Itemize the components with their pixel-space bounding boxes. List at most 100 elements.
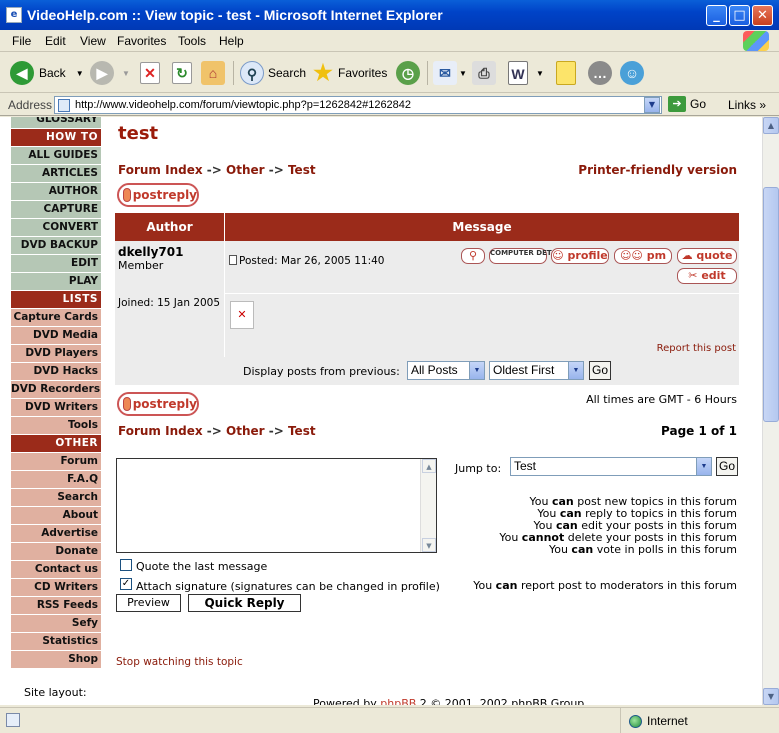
minimize-button[interactable]: _ (706, 5, 727, 26)
posts-select[interactable]: All Posts ▼ (407, 361, 485, 380)
computer-details-button[interactable]: COMPUTER DETAILS (489, 248, 569, 264)
stop-button[interactable]: ✕ (140, 60, 160, 86)
search-button[interactable]: ⚲ Search (240, 60, 306, 86)
menu-help[interactable]: Help (219, 34, 244, 48)
pm-button[interactable]: ☺☺ pm (614, 248, 672, 264)
nav-item-tools[interactable]: Tools (11, 417, 101, 435)
nav-item-sefy[interactable]: Sefy (11, 615, 101, 633)
breadcrumb-test[interactable]: Test (288, 424, 316, 438)
quote-checkbox[interactable] (120, 559, 132, 571)
address-dropdown-icon[interactable]: ▼ (644, 97, 660, 113)
nav-item-dvd-players[interactable]: DVD Players (11, 345, 101, 363)
phpbb-link[interactable]: phpBB (380, 697, 416, 705)
signature-checkbox[interactable]: ✓ (120, 578, 132, 590)
breadcrumb-other[interactable]: Other (226, 424, 265, 438)
jump-select[interactable]: Test ▼ (510, 457, 712, 476)
posts-select-value: All Posts (411, 363, 458, 377)
profile-button[interactable]: ☺ profile (551, 248, 609, 264)
nav-item-statistics[interactable]: Statistics (11, 633, 101, 651)
nav-item-edit[interactable]: EDIT (11, 255, 101, 273)
links-button[interactable]: Links » (728, 98, 766, 112)
scroll-thumb[interactable] (763, 187, 779, 422)
history-button[interactable]: ◷ (396, 60, 420, 86)
print-button[interactable]: ⎙ (472, 60, 496, 86)
scroll-up-icon[interactable]: ▲ (763, 117, 779, 134)
back-dropdown-icon[interactable]: ▼ (76, 69, 84, 78)
refresh-button[interactable]: ↻ (172, 60, 192, 86)
breadcrumb-other[interactable]: Other (226, 163, 265, 177)
nav-item-donate[interactable]: Donate (11, 543, 101, 561)
contacts-button[interactable]: ☺ (620, 60, 644, 86)
nav-item-capture-cards[interactable]: Capture Cards (11, 309, 101, 327)
display-go-button[interactable]: Go (589, 361, 611, 380)
nav-item-convert[interactable]: CONVERT (11, 219, 101, 237)
scroll-up-icon[interactable]: ▲ (422, 459, 436, 473)
mail-button[interactable]: ✉ ▼ (433, 60, 467, 86)
preview-button[interactable]: Preview (116, 594, 181, 612)
mail-icon: ✉ (433, 61, 457, 85)
messenger-button[interactable]: … (588, 60, 612, 86)
nav-item-search[interactable]: Search (11, 489, 101, 507)
post-reply-button[interactable]: postreply (117, 183, 199, 207)
menu-edit[interactable]: Edit (45, 34, 66, 48)
toolbar-separator (233, 61, 234, 85)
permission-post: vote in polls in this forum (593, 543, 737, 556)
nav-item-dvd-hacks[interactable]: DVD Hacks (11, 363, 101, 381)
menu-tools[interactable]: Tools (178, 34, 206, 48)
edit-dropdown-icon[interactable]: ▼ (536, 69, 544, 78)
jump-go-button[interactable]: Go (716, 457, 738, 476)
menu-favorites[interactable]: Favorites (117, 34, 166, 48)
nav-item-dvd-recorders[interactable]: DVD Recorders (11, 381, 101, 399)
breadcrumb-forum-index[interactable]: Forum Index (118, 424, 203, 438)
search-user-button[interactable]: ⚲ (461, 248, 485, 264)
nav-item-cd-writers[interactable]: CD Writers (11, 579, 101, 597)
discuss-button[interactable] (556, 60, 576, 86)
left-nav: GLOSSARY HOW TO ALL GUIDES ARTICLES AUTHOR CA… (11, 117, 101, 669)
nav-item-shop[interactable]: Shop (11, 651, 101, 669)
post-reply-button-bottom[interactable]: postreply (117, 392, 199, 416)
breadcrumb-test[interactable]: Test (288, 163, 316, 177)
stop-watching-link[interactable]: Stop watching this topic (116, 656, 243, 668)
edit-button[interactable]: ✂ edit (677, 268, 737, 284)
quick-reply-button[interactable]: Quick Reply (188, 594, 301, 612)
quick-reply-textarea[interactable]: ▲ ▼ (116, 458, 437, 553)
post-reply-label: postreply (132, 188, 197, 202)
nav-item-forum[interactable]: Forum (11, 453, 101, 471)
edit-page-button[interactable]: W ▼ (508, 60, 544, 86)
nav-item-about[interactable]: About (11, 507, 101, 525)
scroll-down-icon[interactable]: ▼ (763, 688, 779, 705)
nav-item-author[interactable]: AUTHOR (11, 183, 101, 201)
favorites-button[interactable]: ★ Favorites (311, 60, 387, 86)
nav-item-dvd-backup[interactable]: DVD BACKUP (11, 237, 101, 255)
nav-item-play[interactable]: PLAY (11, 273, 101, 291)
quote-button[interactable]: ☁ quote (677, 248, 737, 264)
nav-item-contact-us[interactable]: Contact us (11, 561, 101, 579)
nav-item-dvd-media[interactable]: DVD Media (11, 327, 101, 345)
nav-item-glossary[interactable]: GLOSSARY (11, 117, 101, 129)
textarea-scrollbar[interactable]: ▲ ▼ (420, 459, 436, 552)
maximize-button[interactable]: □ (729, 5, 750, 26)
scroll-down-icon[interactable]: ▼ (422, 538, 436, 552)
nav-item-dvd-writers[interactable]: DVD Writers (11, 399, 101, 417)
home-button[interactable]: ⌂ (201, 60, 225, 86)
nav-item-all-guides[interactable]: ALL GUIDES (11, 147, 101, 165)
menu-view[interactable]: View (80, 34, 106, 48)
menu-file[interactable]: File (12, 34, 31, 48)
mail-dropdown-icon[interactable]: ▼ (459, 69, 467, 78)
nav-item-f-a-q[interactable]: F.A.Q (11, 471, 101, 489)
nav-item-rss-feeds[interactable]: RSS Feeds (11, 597, 101, 615)
page-scrollbar[interactable]: ▲ ▼ (762, 117, 779, 705)
back-button[interactable]: ◀ Back ▼ (10, 60, 84, 86)
forward-button[interactable]: ▶ ▼ (90, 60, 130, 86)
nav-item-advertise[interactable]: Advertise (11, 525, 101, 543)
go-button[interactable]: ➔ Go (668, 96, 706, 112)
topic-title: test (118, 123, 159, 144)
address-input[interactable]: http://www.videohelp.com/forum/viewtopic… (54, 96, 662, 114)
nav-item-articles[interactable]: ARTICLES (11, 165, 101, 183)
close-button[interactable]: ✕ (752, 5, 773, 26)
breadcrumb-forum-index[interactable]: Forum Index (118, 163, 203, 177)
report-post-link[interactable]: Report this post (657, 343, 736, 354)
nav-item-capture[interactable]: CAPTURE (11, 201, 101, 219)
printer-friendly-link[interactable]: Printer-friendly version (578, 163, 737, 177)
order-select[interactable]: Oldest First ▼ (489, 361, 584, 380)
